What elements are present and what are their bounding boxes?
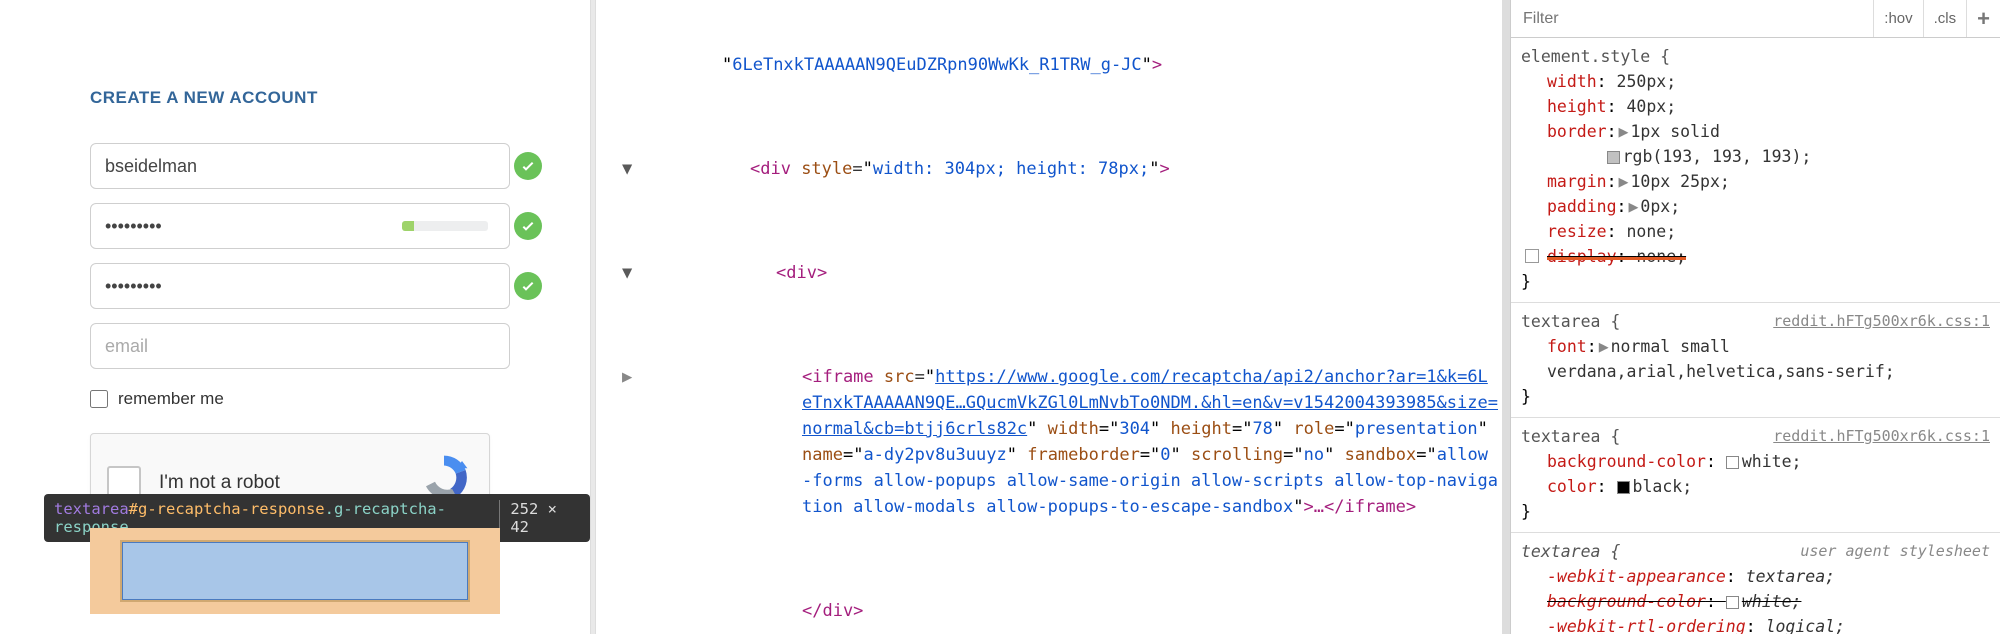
username-row <box>90 143 500 189</box>
hov-button[interactable]: :hov <box>1873 0 1922 37</box>
color-swatch[interactable] <box>1607 151 1620 164</box>
css-property-overridden[interactable]: background-color: white; <box>1521 589 1990 614</box>
css-property[interactable]: -webkit-appearance: textarea; <box>1521 564 1990 589</box>
css-property[interactable]: resize: none; <box>1521 219 1990 244</box>
recaptcha-label: I'm not a robot <box>159 472 280 494</box>
styles-toolbar: :hov .cls + <box>1511 0 2000 38</box>
css-property[interactable]: color: black; <box>1521 474 1990 499</box>
dom-tree[interactable]: "6LeTnxkTAAAAAN9QEuDZRpn90WwKk_R1TRW_g-J… <box>596 0 1502 634</box>
css-property[interactable]: margin:▶10px 25px; <box>1521 169 1990 194</box>
form-title: CREATE A NEW ACCOUNT <box>90 88 500 108</box>
rule-close: } <box>1521 384 1990 409</box>
style-rule-ua[interactable]: user agent stylesheet textarea { -webkit… <box>1511 533 2000 634</box>
dom-node[interactable]: ▼<div style="width: 304px; height: 78px;… <box>596 156 1502 182</box>
add-rule-button[interactable]: + <box>1966 0 2000 37</box>
check-icon <box>514 212 542 240</box>
caret-down-icon[interactable]: ▼ <box>622 260 632 286</box>
dom-node[interactable]: ▼<div> <box>596 260 1502 286</box>
selector: element.style { <box>1521 44 1990 69</box>
color-swatch[interactable] <box>1617 481 1630 494</box>
style-rule[interactable]: reddit.hFTg500xr6k.css:1 textarea { back… <box>1511 418 2000 533</box>
css-property[interactable]: height: 40px; <box>1521 94 1990 119</box>
style-rule[interactable]: element.style { width: 250px; height: 40… <box>1511 38 2000 303</box>
css-property[interactable]: border:▶1px solid rgb(193, 193, 193); <box>1521 119 1990 169</box>
email-row <box>90 323 500 369</box>
css-property[interactable]: -webkit-rtl-ordering: logical; <box>1521 614 1990 634</box>
color-swatch[interactable] <box>1726 456 1739 469</box>
css-property[interactable]: font:▶normal small verdana,arial,helveti… <box>1521 334 1990 384</box>
style-rule[interactable]: reddit.hFTg500xr6k.css:1 textarea { font… <box>1511 303 2000 418</box>
styles-filter-input[interactable] <box>1511 10 1873 28</box>
caret-right-icon[interactable]: ▶ <box>622 364 632 390</box>
pane-splitter[interactable] <box>1502 0 1510 634</box>
property-checkbox[interactable] <box>1525 249 1539 263</box>
rule-source-link[interactable]: reddit.hFTg500xr6k.css:1 <box>1773 309 1990 334</box>
password-confirm-input[interactable] <box>90 263 510 309</box>
color-swatch[interactable] <box>1726 596 1739 609</box>
styles-panel: :hov .cls + element.style { width: 250px… <box>1510 0 2000 634</box>
caret-down-icon[interactable]: ▼ <box>622 156 632 182</box>
rule-source-link[interactable]: reddit.hFTg500xr6k.css:1 <box>1773 424 1990 449</box>
remember-me-row: remember me <box>90 389 500 409</box>
dom-node[interactable]: </div> <box>596 598 1502 624</box>
password-strength-meter <box>402 221 488 231</box>
remember-me-checkbox[interactable] <box>90 390 108 408</box>
password-confirm-row <box>90 263 500 309</box>
check-icon <box>514 152 542 180</box>
css-property[interactable]: width: 250px; <box>1521 69 1990 94</box>
username-input[interactable] <box>90 143 510 189</box>
rule-source: user agent stylesheet <box>1800 539 1990 564</box>
password-row <box>90 203 500 249</box>
dom-node[interactable]: ▶<iframe src="https://www.google.com/rec… <box>596 364 1502 520</box>
signup-form-pane: CREATE A NEW ACCOUNT remember me I'm not… <box>0 0 590 634</box>
cls-button[interactable]: .cls <box>1923 0 1967 37</box>
remember-me-label: remember me <box>118 389 224 409</box>
css-property-disabled[interactable]: display: none; <box>1521 244 1990 269</box>
elements-panel[interactable]: "6LeTnxkTAAAAAN9QEuDZRpn90WwKk_R1TRW_g-J… <box>596 0 1502 634</box>
rule-close: } <box>1521 269 1990 294</box>
css-property[interactable]: background-color: white; <box>1521 449 1990 474</box>
check-icon <box>514 272 542 300</box>
dom-node[interactable]: "6LeTnxkTAAAAAN9QEuDZRpn90WwKk_R1TRW_g-J… <box>596 52 1502 78</box>
rule-close: } <box>1521 499 1990 524</box>
css-property[interactable]: padding:▶0px; <box>1521 194 1990 219</box>
email-input[interactable] <box>90 323 510 369</box>
element-highlight-overlay <box>90 528 500 614</box>
